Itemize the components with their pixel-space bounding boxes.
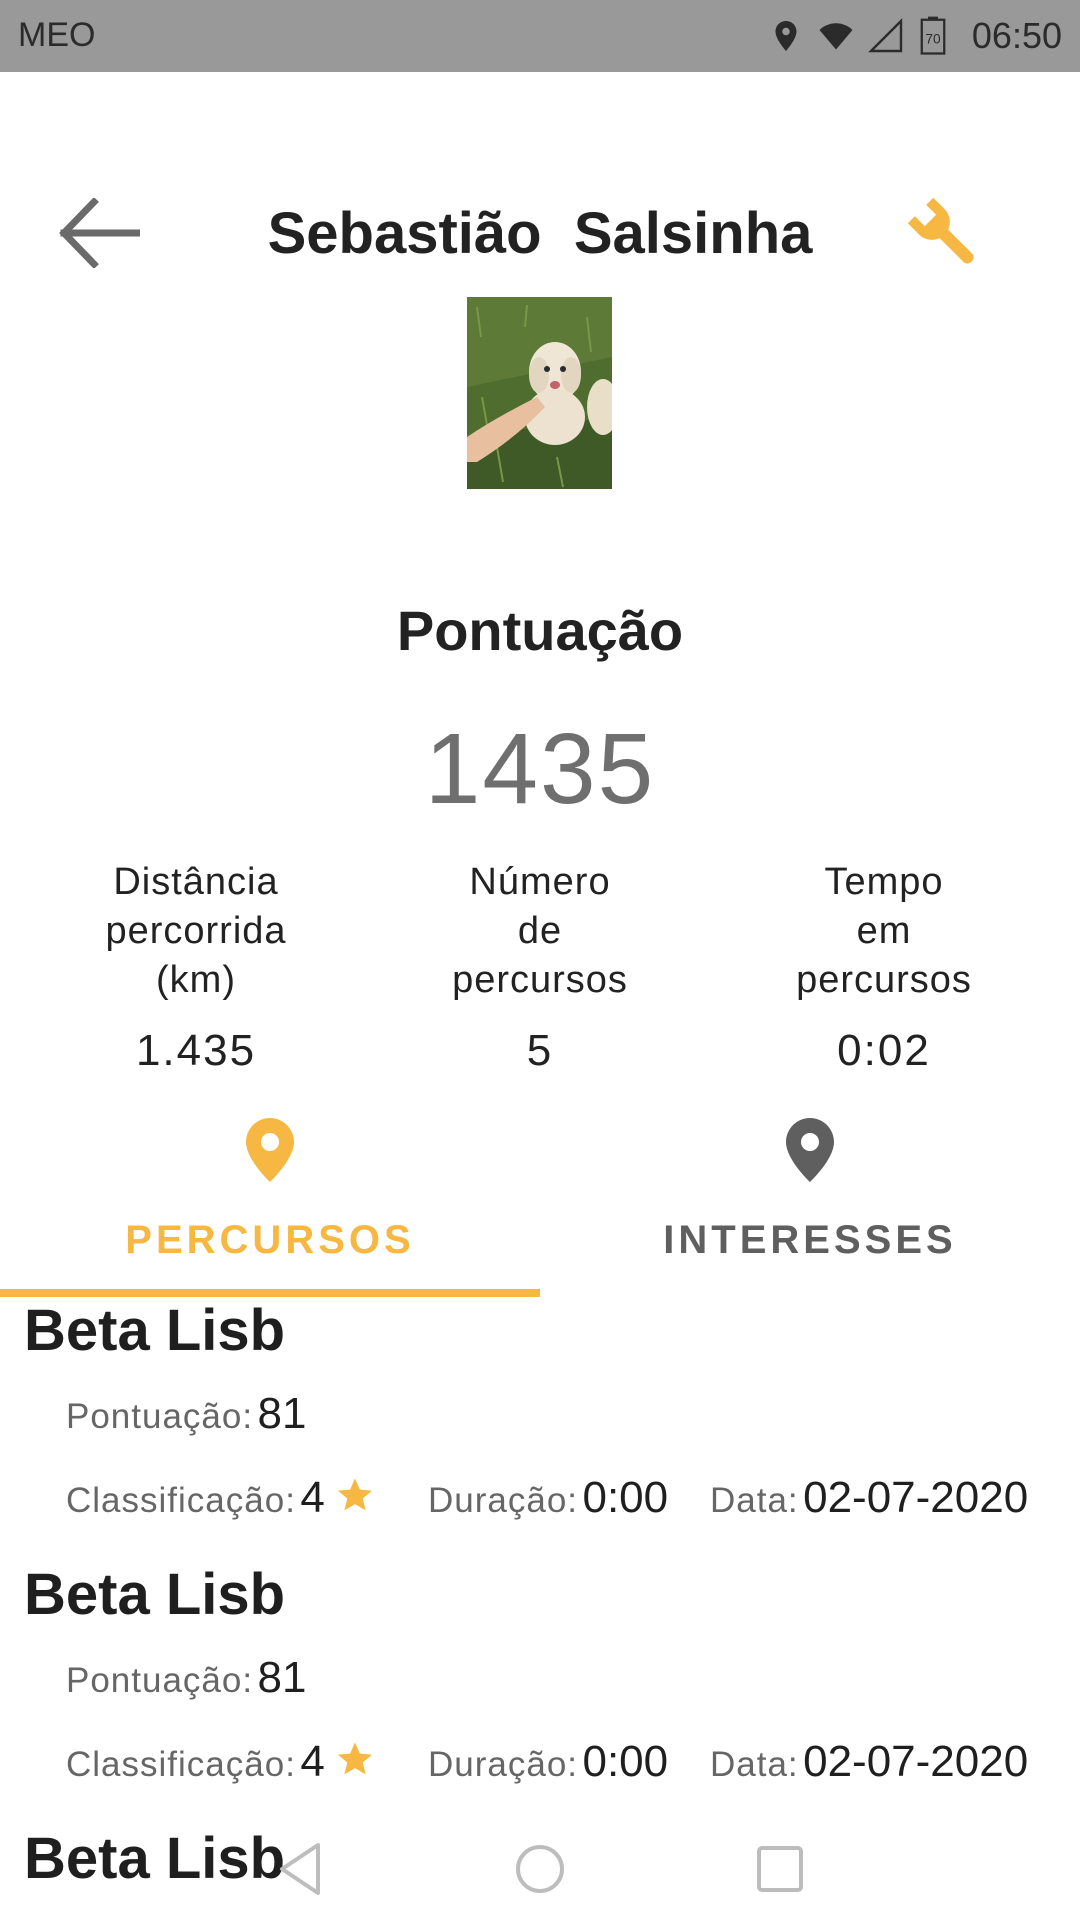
clock: 06:50 <box>971 15 1062 56</box>
route-name: Beta Lisb <box>24 1562 286 1627</box>
stat-time-label: Tempo em percursos <box>796 861 972 1001</box>
location-pin-icon <box>246 1118 294 1182</box>
list-item[interactable]: Beta Lisb Pontuação: 81 Classificação: 4… <box>0 1561 1080 1829</box>
arrow-left-icon[interactable] <box>58 198 140 268</box>
tab-indicator <box>0 1289 540 1297</box>
route-score: Pontuação: 81 <box>66 1389 307 1438</box>
route-score: Pontuação: 81 <box>66 1653 307 1702</box>
battery-level: 70 <box>925 32 941 47</box>
stat-time-value: 0:02 <box>837 1026 931 1075</box>
stat-route-count: Número de percursos 5 <box>390 858 690 1075</box>
status-icons: 70 06:50 <box>768 10 1062 62</box>
stat-distance: Distância percorrida (km) 1.435 <box>46 858 346 1075</box>
page-title: Sebastião Salsinha <box>267 201 813 266</box>
avatar <box>467 297 612 489</box>
cell-signal-icon <box>868 18 903 53</box>
location-pin-icon <box>786 1118 834 1182</box>
nav-home-icon[interactable] <box>510 1839 570 1899</box>
stat-distance-label: Distância percorrida (km) <box>105 861 287 1001</box>
score-label: Pontuação <box>396 599 684 662</box>
status-bar: MEO 70 06:50 <box>0 0 1080 72</box>
carrier-name: MEO <box>18 16 96 54</box>
route-rating: Classificação: 4 <box>66 1737 375 1787</box>
stat-route-count-label: Número de percursos <box>452 861 628 1001</box>
route-duration: Duração: 0:00 <box>428 1737 669 1786</box>
wrench-icon[interactable] <box>906 198 986 274</box>
wifi-icon <box>819 23 853 50</box>
nav-back-icon[interactable] <box>272 1839 332 1899</box>
navigation-bar <box>0 1815 1080 1920</box>
tab-percursos[interactable]: PERCURSOS <box>0 1118 540 1298</box>
score-value: 1435 <box>424 713 656 825</box>
battery-icon: 70 <box>920 16 946 55</box>
stat-distance-value: 1.435 <box>135 1026 257 1075</box>
route-duration: Duração: 0:00 <box>428 1473 669 1522</box>
route-date: Data: 02-07-2020 <box>710 1473 1029 1522</box>
route-rating: Classificação: 4 <box>66 1473 375 1523</box>
stat-time: Tempo em percursos 0:02 <box>734 858 1034 1075</box>
list-item[interactable]: Beta Lisb Pontuação: 81 Classificação: 4… <box>0 1297 1080 1565</box>
tab-interesses[interactable]: INTERESSES <box>540 1118 1080 1298</box>
tab-percursos-label: PERCURSOS <box>125 1218 415 1262</box>
route-date: Data: 02-07-2020 <box>710 1737 1029 1786</box>
nav-recents-icon[interactable] <box>750 1839 810 1899</box>
star-icon <box>338 1478 373 1511</box>
tab-interesses-label: INTERESSES <box>663 1218 957 1262</box>
location-status-icon <box>775 21 797 51</box>
route-name: Beta Lisb <box>24 1298 286 1363</box>
stat-route-count-value: 5 <box>526 1026 554 1075</box>
star-icon <box>338 1742 373 1775</box>
